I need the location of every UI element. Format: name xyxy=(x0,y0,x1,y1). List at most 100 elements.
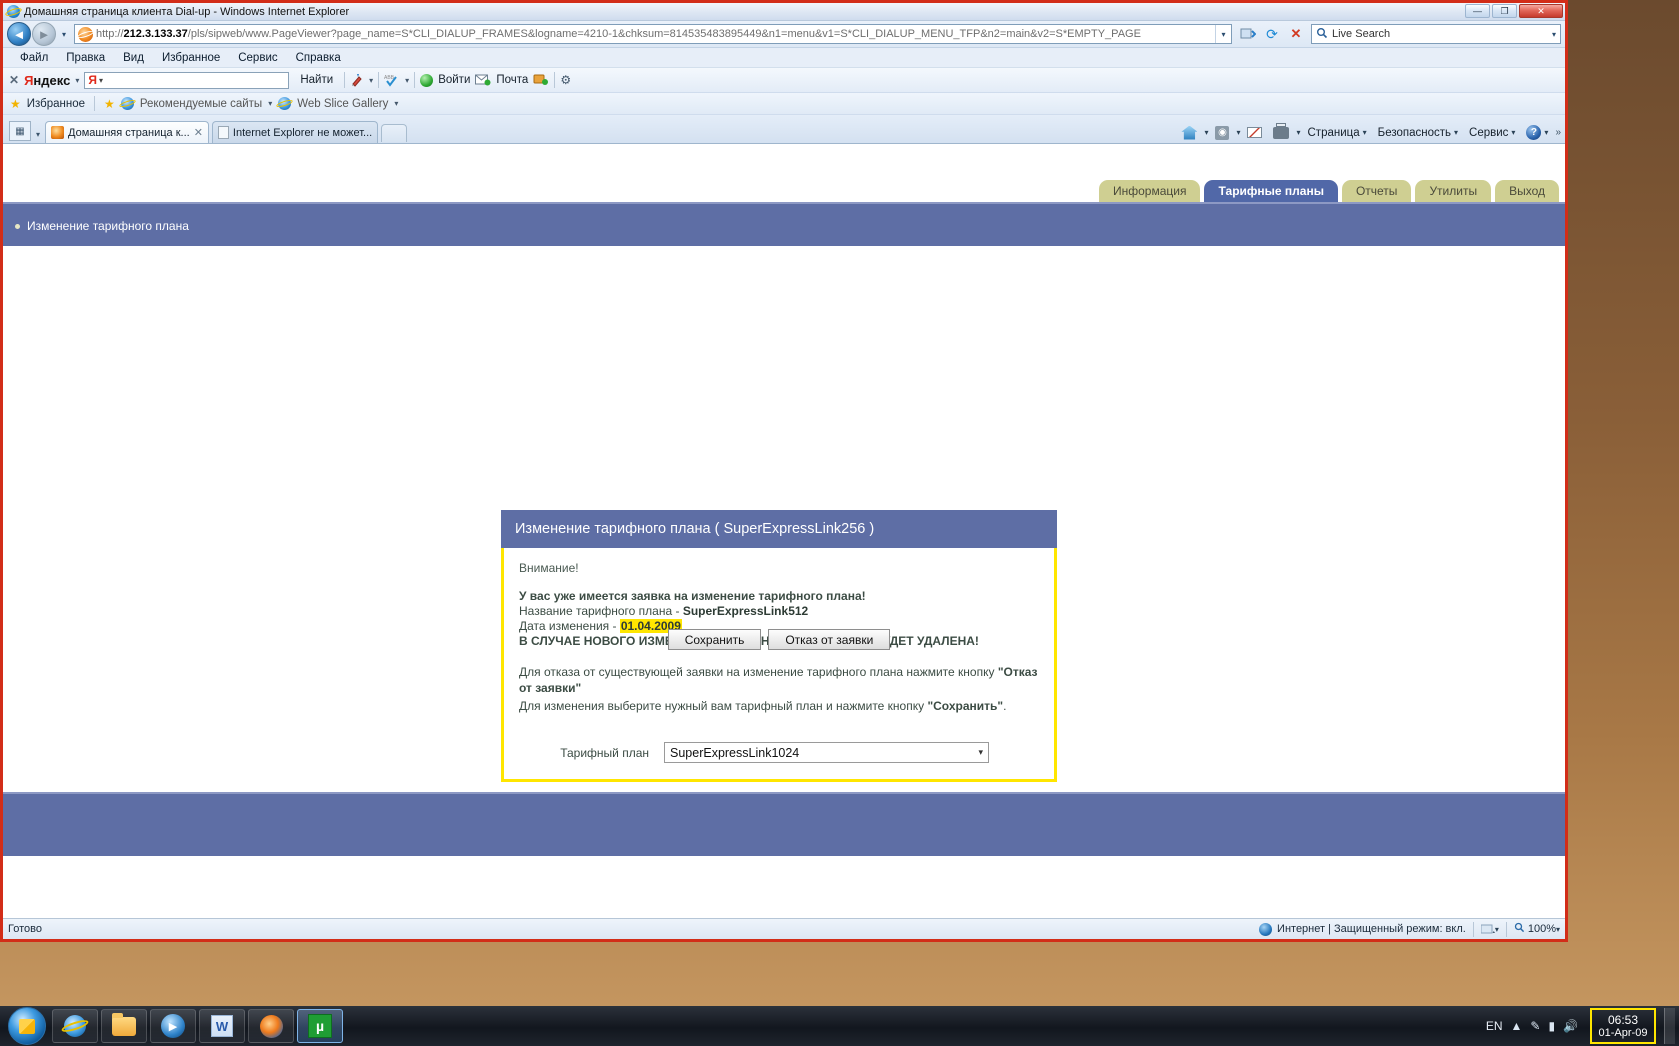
zone-caret[interactable]: ▾ xyxy=(1480,923,1499,935)
zoom-level: 100% xyxy=(1527,923,1556,935)
show-desktop-button[interactable] xyxy=(1664,1008,1675,1044)
volume-icon[interactable]: 🔊 xyxy=(1563,1019,1578,1033)
mail-icon xyxy=(1247,127,1263,138)
page-tab-utilities[interactable]: Утилиты xyxy=(1415,180,1492,202)
menu-item-edit[interactable]: Правка xyxy=(57,51,114,65)
page-tab-reports[interactable]: Отчеты xyxy=(1341,180,1412,202)
forward-button[interactable]: ► xyxy=(32,22,56,46)
tab-list-caret-icon[interactable]: ▾ xyxy=(31,130,45,139)
taskbar-internet-explorer[interactable] xyxy=(52,1009,98,1043)
add-favorite-icon[interactable]: ★ xyxy=(104,97,115,111)
recent-pages-caret-icon[interactable]: ▾ xyxy=(57,30,71,39)
network-icon[interactable]: ▮ xyxy=(1548,1019,1555,1033)
menu-item-favorites[interactable]: Избранное xyxy=(153,51,229,65)
back-button[interactable]: ◄ xyxy=(7,22,31,46)
print-caret-icon[interactable]: ▾ xyxy=(1296,128,1300,137)
refresh-button[interactable]: ⟳ xyxy=(1261,24,1283,45)
feeds-button[interactable]: ◉ xyxy=(1211,125,1233,140)
window-title-bar: Домашняя страница клиента Dial-up - Wind… xyxy=(3,3,1565,21)
tools-caret-icon: ▾ xyxy=(1511,128,1516,137)
menu-item-file[interactable]: Файл xyxy=(11,51,57,65)
search-provider-caret-icon[interactable]: ▾ xyxy=(1552,30,1556,39)
browser-tab-inactive[interactable]: Internet Explorer не может... xyxy=(211,121,379,143)
page-menu-label: Страница xyxy=(1307,126,1360,139)
highlighter-caret-icon[interactable]: ▾ xyxy=(369,76,373,85)
page-tab-tariff-plans[interactable]: Тарифные планы xyxy=(1204,180,1338,202)
web-slice-gallery-link[interactable]: Web Slice Gallery xyxy=(297,98,388,110)
address-dropdown-caret-icon[interactable]: ▾ xyxy=(1215,25,1231,43)
page-tab-logout[interactable]: Выход xyxy=(1495,180,1559,202)
tab-favicon xyxy=(51,126,64,139)
web-slice-caret-icon[interactable]: ▾ xyxy=(394,99,398,108)
taskbar-file-explorer[interactable] xyxy=(101,1009,147,1043)
security-menu-button[interactable]: Безопасность ▾ xyxy=(1374,127,1462,139)
close-button[interactable]: ✕ xyxy=(1519,4,1563,18)
browser-tab-label: Internet Explorer не может... xyxy=(232,126,373,139)
yandex-logo-caret-icon[interactable]: ▾ xyxy=(75,76,79,85)
instruction-cancel-text: Для отказа от существующей заявки на изм… xyxy=(519,665,998,679)
zoom-caret-icon: ▾ xyxy=(1555,924,1560,934)
breadcrumb-label: Изменение тарифного плана xyxy=(27,219,189,233)
save-button[interactable]: Сохранить xyxy=(667,629,762,650)
read-mail-button[interactable] xyxy=(1243,127,1266,138)
language-indicator[interactable]: EN xyxy=(1486,1019,1503,1033)
print-button[interactable] xyxy=(1269,122,1293,139)
show-hidden-icons[interactable]: ▲ xyxy=(1510,1019,1522,1033)
yandex-login-button[interactable]: Войти xyxy=(438,74,470,86)
clock[interactable]: 06:53 01-Apr-09 xyxy=(1590,1008,1656,1044)
suggested-sites-link[interactable]: Рекомендуемые сайты xyxy=(140,98,262,110)
stop-button[interactable]: ✕ xyxy=(1285,24,1307,45)
tariff-plan-selected-value: SuperExpressLink1024 xyxy=(670,745,800,760)
yandex-find-button[interactable]: Найти xyxy=(294,74,339,86)
menu-item-help[interactable]: Справка xyxy=(287,51,350,65)
tab-close-icon[interactable]: ✕ xyxy=(194,126,203,139)
highlighter-icon[interactable] xyxy=(350,73,364,87)
yandex-search-input[interactable]: Я ▾ xyxy=(84,71,290,89)
status-divider xyxy=(1472,921,1474,937)
compatibility-view-icon[interactable] xyxy=(1237,24,1259,45)
address-input[interactable]: http://212.3.133.37/pls/sipweb/www.PageV… xyxy=(74,24,1232,44)
overflow-icon[interactable]: » xyxy=(1555,127,1561,138)
toolbar-close-icon[interactable]: ✕ xyxy=(9,73,19,87)
yandex-mail-button[interactable]: Почта xyxy=(496,74,528,86)
taskbar-utorrent[interactable]: µ xyxy=(297,1009,343,1043)
browser-tab-active[interactable]: Домашняя страница к... ✕ xyxy=(45,121,209,143)
zoom-control[interactable]: 100% ▾ xyxy=(1514,922,1560,936)
quick-tabs-icon[interactable]: ▦ xyxy=(9,121,31,141)
menu-item-view[interactable]: Вид xyxy=(114,51,153,65)
help-menu-button[interactable]: ? ▾ xyxy=(1522,125,1552,140)
favorites-button[interactable]: Избранное xyxy=(27,98,85,110)
suggested-sites-caret-icon[interactable]: ▾ xyxy=(268,99,272,108)
minimize-button[interactable]: — xyxy=(1465,4,1490,18)
gear-icon[interactable]: ⚙ xyxy=(560,73,571,87)
maximize-button[interactable]: ❐ xyxy=(1492,4,1517,18)
spellcheck-icon[interactable]: ABB xyxy=(384,73,400,87)
yandex-input-caret-icon[interactable]: ▾ xyxy=(99,76,103,85)
menu-item-tools[interactable]: Сервис xyxy=(229,51,286,65)
live-search-input[interactable]: Live Search ▾ xyxy=(1311,24,1561,44)
spellcheck-caret-icon[interactable]: ▾ xyxy=(405,76,409,85)
tools-menu-button[interactable]: Сервис ▾ xyxy=(1465,127,1519,139)
pen-icon[interactable]: ✎ xyxy=(1530,1019,1540,1033)
taskbar-word-document[interactable]: W xyxy=(199,1009,245,1043)
home-button[interactable] xyxy=(1177,125,1201,140)
page-tab-information[interactable]: Информация xyxy=(1099,180,1201,202)
home-caret-icon[interactable]: ▾ xyxy=(1204,128,1208,137)
yandex-widget-icon[interactable] xyxy=(533,73,549,87)
breadcrumb: Изменение тарифного плана xyxy=(15,219,189,233)
cancel-request-button[interactable]: Отказ от заявки xyxy=(768,629,891,650)
page-menu-button[interactable]: Страница ▾ xyxy=(1304,127,1371,139)
chevron-down-icon: ▾ xyxy=(978,747,983,757)
feeds-caret-icon[interactable]: ▾ xyxy=(1236,128,1240,137)
taskbar-firefox[interactable] xyxy=(248,1009,294,1043)
url-host: 212.3.133.37 xyxy=(123,28,188,40)
start-button[interactable] xyxy=(8,1007,46,1045)
browser-tab-bar: ▦ ▾ Домашняя страница к... ✕ Internet Ex… xyxy=(3,115,1565,144)
favorites-star-icon[interactable]: ★ xyxy=(10,97,21,111)
tariff-plan-select[interactable]: SuperExpressLink1024 ▾ xyxy=(664,742,989,763)
new-tab-button[interactable] xyxy=(381,124,408,142)
suggested-sites-icon xyxy=(120,97,134,110)
security-zone[interactable]: Интернет | Защищенный режим: вкл. xyxy=(1259,922,1466,936)
taskbar-media-player[interactable]: ▶ xyxy=(150,1009,196,1043)
toolbar-divider xyxy=(554,72,556,88)
